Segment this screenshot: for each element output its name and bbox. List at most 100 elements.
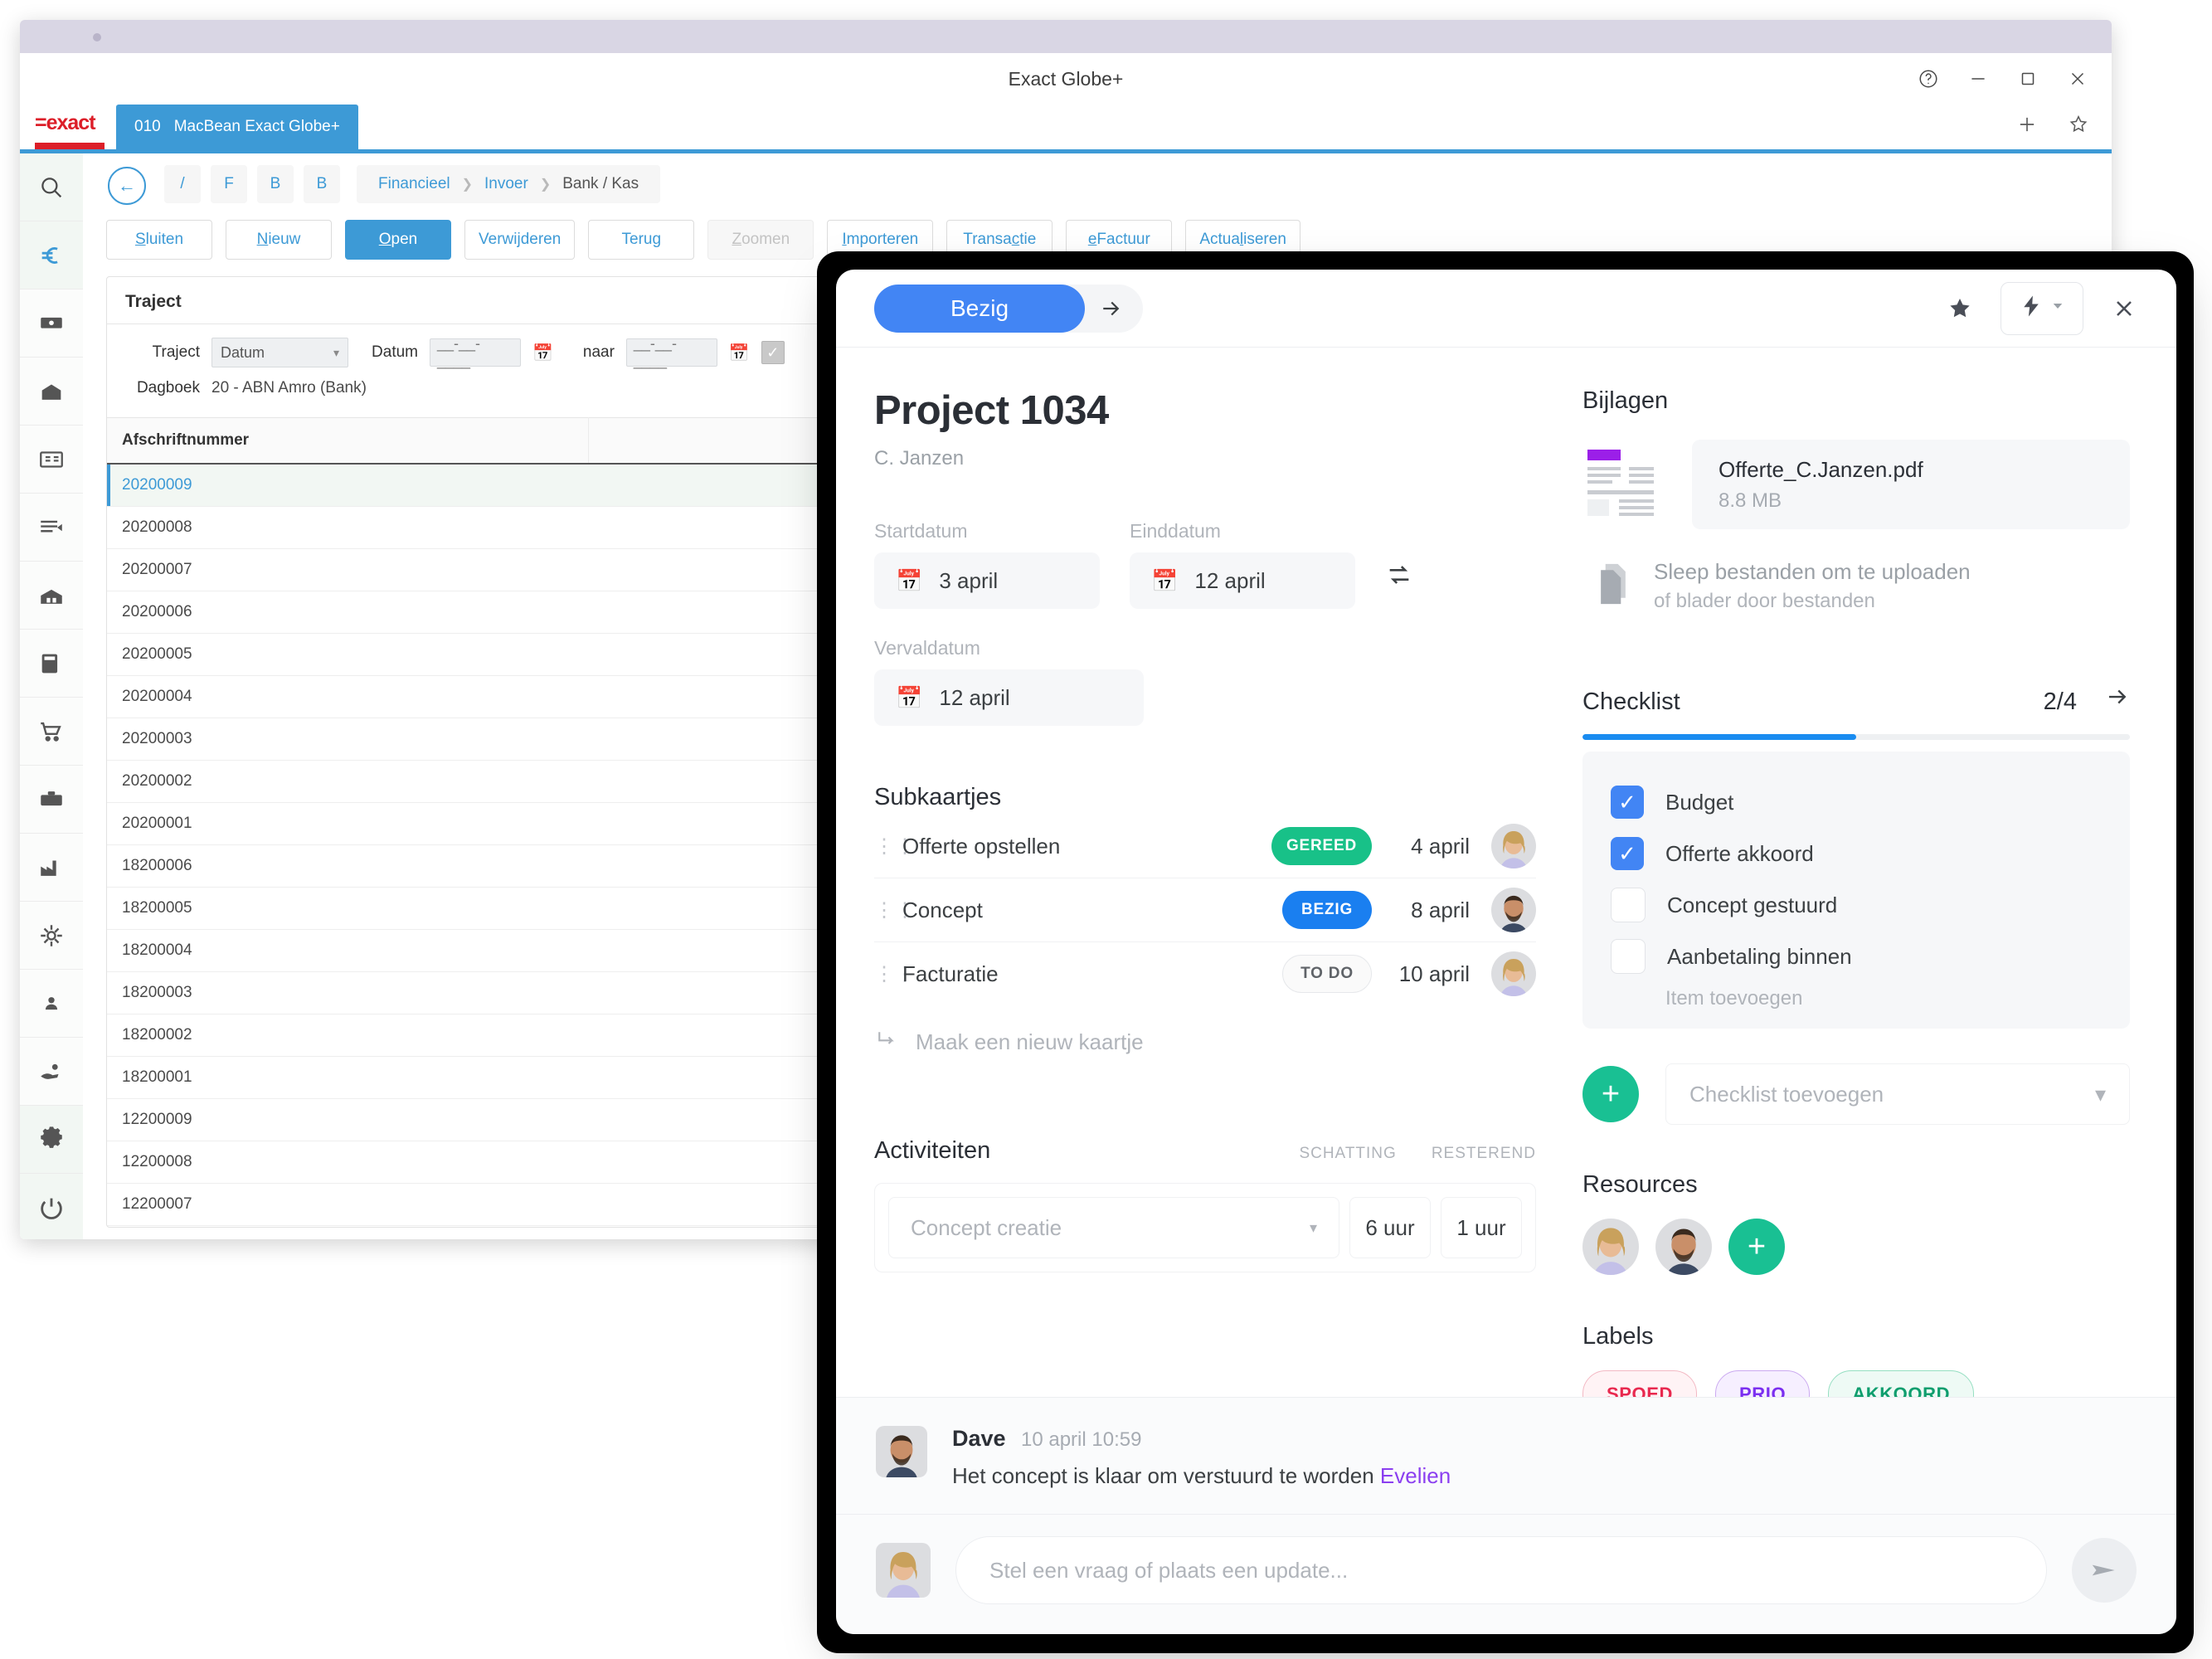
naar-input[interactable]: __-__-____ <box>625 335 717 369</box>
attachment-item[interactable]: Offerte_C.Janzen.pdf 8.8 MB <box>1582 440 2130 529</box>
swap-icon[interactable] <box>1385 561 1413 596</box>
checkbox[interactable] <box>1611 939 1646 974</box>
minimize-icon[interactable] <box>1967 68 1989 90</box>
checklist-item[interactable]: Concept gestuurd <box>1611 879 2102 931</box>
star-icon[interactable] <box>1937 286 1982 331</box>
cash-icon[interactable] <box>20 289 83 358</box>
table-cell-afschriftnummer: 20200004 <box>107 675 589 718</box>
key-chip-f[interactable]: F <box>211 165 247 203</box>
table-header-afschriftnummer[interactable]: Afschriftnummer <box>107 417 589 465</box>
page-title: Project 1034 <box>874 388 1109 433</box>
toolbar-button-nieuw[interactable]: Nieuw <box>226 220 332 260</box>
new-tab-icon[interactable] <box>2015 113 2039 142</box>
add-checklist-select[interactable]: Checklist toevoegen ▾ <box>1665 1063 2130 1125</box>
status-button[interactable]: Bezig <box>874 284 1085 333</box>
drag-handle-icon[interactable]: ⋮⋮ <box>874 964 915 984</box>
breadcrumb-invoer[interactable]: Invoer <box>484 175 528 193</box>
comment-mention[interactable]: Evelien <box>1380 1463 1451 1488</box>
breadcrumb-financieel[interactable]: Financieel <box>378 175 450 193</box>
gear-icon[interactable] <box>20 1106 83 1174</box>
send-icon[interactable] <box>2072 1538 2137 1603</box>
avatar[interactable] <box>1491 951 1536 996</box>
plus-icon-add-resource[interactable]: + <box>1728 1219 1785 1275</box>
drag-handle-icon[interactable]: ⋮⋮ <box>874 900 915 920</box>
restore-icon[interactable] <box>2017 68 2039 90</box>
checkbox[interactable]: ✓ <box>1611 837 1644 870</box>
toolbar-button-terug[interactable]: Teru g <box>588 220 695 260</box>
datum-input[interactable]: __-__-____ <box>430 335 521 369</box>
chevron-down-icon <box>2050 299 2065 318</box>
favorite-icon[interactable] <box>2067 113 2090 142</box>
toolbar-button-sluiten[interactable]: Sluiten <box>106 220 212 260</box>
people-icon[interactable] <box>20 970 83 1038</box>
card-left-column: Project 1034 C. Janzen Startdatum 📅 3 ap… <box>836 348 1582 1397</box>
duedate-input[interactable]: 📅 12 april <box>874 669 1144 726</box>
factory-icon[interactable] <box>20 834 83 902</box>
checklist-add-item[interactable]: Item toevoegen <box>1611 987 2102 1010</box>
duedate-label: Vervaldatum <box>874 637 980 659</box>
plus-icon-add-checklist[interactable]: + <box>1582 1066 1639 1122</box>
label-chip[interactable]: SPOED <box>1582 1370 1698 1397</box>
key-chip-b1[interactable]: B <box>257 165 294 203</box>
subcard-row[interactable]: ⋮⋮ Concept BEZIG 8 april <box>874 878 1536 942</box>
avatar[interactable] <box>1655 1219 1712 1275</box>
label-chip[interactable]: AKKOORD <box>1828 1370 1975 1397</box>
attachment-file[interactable]: Offerte_C.Janzen.pdf 8.8 MB <box>1692 440 2130 529</box>
chevron-down-icon: ▾ <box>1309 1219 1317 1236</box>
avatar <box>876 1543 931 1598</box>
euro-icon[interactable] <box>20 221 83 289</box>
avatar[interactable] <box>1582 1219 1639 1275</box>
checklist-item[interactable]: Aanbetaling binnen <box>1611 931 2102 982</box>
avatar[interactable] <box>1491 888 1536 932</box>
comment-input[interactable]: Stel een vraag of plaats een update... <box>955 1536 2047 1604</box>
calendar-icon-from[interactable]: 📅 <box>532 343 553 363</box>
calendar-icon-to[interactable]: 📅 <box>729 343 750 363</box>
key-chip-b2[interactable]: B <box>304 165 340 203</box>
checkbox[interactable] <box>1611 888 1646 922</box>
startdate-input[interactable]: 📅 3 april <box>874 552 1100 609</box>
activity-select[interactable]: Concept creatie ▾ <box>888 1197 1339 1258</box>
close-icon[interactable] <box>2067 68 2088 90</box>
warehouse-icon[interactable] <box>20 562 83 630</box>
ledger-icon[interactable] <box>20 494 83 562</box>
assets-icon[interactable] <box>20 902 83 970</box>
power-icon[interactable] <box>20 1174 83 1239</box>
quick-actions-button[interactable] <box>2001 281 2083 335</box>
drag-handle-icon[interactable]: ⋮⋮ <box>874 836 915 856</box>
invoice-icon[interactable] <box>20 426 83 494</box>
briefcase-icon[interactable] <box>20 766 83 834</box>
subcard-row[interactable]: ⋮⋮ Facturatie TO DO 10 april <box>874 942 1536 1005</box>
activity-estimate[interactable]: 6 uur <box>1349 1197 1431 1258</box>
status-badge[interactable]: TO DO <box>1282 955 1372 993</box>
checklist-item-label: Budget <box>1665 789 1734 815</box>
calculator-icon[interactable] <box>20 630 83 698</box>
checklist-item[interactable]: ✓ Budget <box>1611 776 2102 828</box>
back-button[interactable]: ← <box>108 167 146 205</box>
new-subcard-button[interactable]: Maak een nieuw kaartje <box>874 1027 1536 1058</box>
arrow-right-icon[interactable] <box>1085 285 1136 333</box>
search-icon[interactable] <box>20 153 83 221</box>
key-chip-slash[interactable]: / <box>164 165 201 203</box>
bank-icon[interactable] <box>20 358 83 426</box>
traject-select[interactable]: Datum ▾ <box>211 338 348 367</box>
toolbar-button-verwijderen[interactable]: Verwi j deren <box>464 220 576 260</box>
help-icon[interactable] <box>1918 68 1939 90</box>
avatar[interactable] <box>1491 824 1536 868</box>
filter-checkbox[interactable]: ✓ <box>761 341 785 364</box>
toolbar-button-open[interactable]: Open <box>345 220 451 260</box>
enddate-input[interactable]: 📅 12 april <box>1130 552 1355 609</box>
status-badge[interactable]: BEZIG <box>1282 891 1372 929</box>
status-badge[interactable]: GEREED <box>1271 827 1372 865</box>
close-icon[interactable] <box>2102 286 2146 331</box>
subcard-row[interactable]: ⋮⋮ Offerte opstellen GEREED 4 april <box>874 815 1536 878</box>
checkbox[interactable]: ✓ <box>1611 786 1644 819</box>
app-tab-active[interactable]: 010 MacBean Exact Globe+ <box>116 105 358 149</box>
hr-icon[interactable] <box>20 1038 83 1106</box>
activity-remaining[interactable]: 1 uur <box>1441 1197 1522 1258</box>
cart-icon[interactable] <box>20 698 83 766</box>
label-chip[interactable]: PRIO <box>1715 1370 1811 1397</box>
arrow-right-icon[interactable] <box>2105 684 2130 715</box>
checklist-item[interactable]: ✓ Offerte akkoord <box>1611 828 2102 879</box>
file-dropzone[interactable]: Sleep bestanden om te uploaden of blader… <box>1582 559 2130 613</box>
activity-select-value: Concept creatie <box>911 1214 1062 1240</box>
